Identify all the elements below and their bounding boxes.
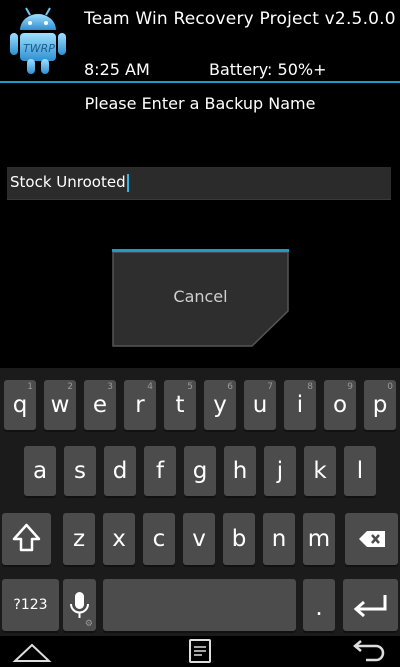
key-label: j — [276, 458, 284, 484]
symbols-key-label: ?123 — [13, 597, 48, 613]
key-a[interactable]: a — [24, 446, 56, 496]
key-number-hint: 3 — [107, 382, 113, 392]
key-number-hint: 4 — [147, 382, 153, 392]
key-number-hint: 9 — [347, 382, 353, 392]
key-number-hint: 6 — [227, 382, 233, 392]
key-label: s — [74, 458, 86, 484]
svg-text:TWRP: TWRP — [23, 42, 55, 55]
key-v[interactable]: v — [183, 513, 215, 565]
key-label: b — [231, 526, 247, 552]
key-number-hint: 2 — [67, 382, 73, 392]
key-y[interactable]: y6 — [204, 380, 236, 430]
key-label: h — [232, 458, 248, 484]
key-w[interactable]: w2 — [44, 380, 76, 430]
key-c[interactable]: c — [143, 513, 175, 565]
key-n[interactable]: n — [263, 513, 295, 565]
enter-arrow-icon — [353, 595, 387, 618]
symbols-key[interactable]: ?123 — [2, 579, 59, 631]
key-label: m — [307, 526, 331, 552]
clock: 8:25 AM — [84, 60, 150, 79]
app-title: Team Win Recovery Project v2.5.0.0 — [84, 9, 396, 29]
key-s[interactable]: s — [64, 446, 96, 496]
key-label: a — [32, 458, 48, 484]
backup-name-value: Stock Unrooted — [10, 173, 126, 191]
key-b[interactable]: b — [223, 513, 255, 565]
header: TWRP Team Win Recovery Project v2.5.0.0 … — [0, 0, 400, 83]
key-j[interactable]: j — [264, 446, 296, 496]
key-number-hint: 5 — [187, 382, 193, 392]
key-label: k — [313, 458, 327, 484]
key-x[interactable]: x — [103, 513, 135, 565]
shift-key[interactable] — [2, 513, 51, 565]
key-number-hint: 1 — [27, 382, 33, 392]
key-label: d — [112, 458, 128, 484]
key-label: v — [192, 526, 206, 552]
key-number-hint: 0 — [387, 382, 393, 392]
backup-name-input[interactable]: Stock Unrooted — [7, 167, 391, 200]
key-r[interactable]: r4 — [124, 380, 156, 430]
cancel-label: Cancel — [173, 287, 228, 306]
key-label: x — [112, 526, 126, 552]
voice-input-key[interactable]: ⚙ — [63, 579, 96, 631]
key-z[interactable]: z — [63, 513, 95, 565]
key-label: l — [356, 458, 364, 484]
key-q[interactable]: q1 — [4, 380, 36, 430]
key-k[interactable]: k — [304, 446, 336, 496]
dialog-prompt: Please Enter a Backup Name — [84, 94, 316, 113]
key-label: f — [155, 458, 165, 484]
console-icon[interactable] — [188, 638, 212, 664]
space-key[interactable] — [103, 579, 296, 631]
key-u[interactable]: u7 — [244, 380, 276, 430]
cancel-button[interactable]: Cancel — [112, 249, 289, 347]
key-i[interactable]: i8 — [284, 380, 316, 430]
key-label: n — [271, 526, 287, 552]
key-l[interactable]: l — [344, 446, 376, 496]
key-number-hint: 7 — [267, 382, 273, 392]
key-label: g — [192, 458, 208, 484]
key-label: c — [152, 526, 166, 552]
battery-status: Battery: 50%+ — [209, 60, 327, 79]
header-divider — [0, 81, 400, 83]
navigation-bar — [0, 636, 400, 667]
back-icon[interactable] — [348, 639, 388, 663]
key-label: z — [72, 526, 86, 552]
key-d[interactable]: d — [104, 446, 136, 496]
shift-arrow-icon — [12, 523, 41, 552]
backspace-icon — [359, 531, 385, 547]
key-g[interactable]: g — [184, 446, 216, 496]
period-key-label: . — [315, 595, 323, 621]
settings-hint-icon: ⚙ — [84, 619, 93, 629]
key-h[interactable]: h — [224, 446, 256, 496]
period-key[interactable]: . — [303, 579, 335, 631]
home-icon[interactable] — [12, 640, 52, 664]
key-number-hint: 8 — [307, 382, 313, 392]
enter-key[interactable] — [343, 579, 398, 631]
text-caret — [126, 173, 129, 192]
key-o[interactable]: o9 — [324, 380, 356, 430]
key-m[interactable]: m — [303, 513, 335, 565]
key-e[interactable]: e3 — [84, 380, 116, 430]
twrp-logo-icon: TWRP — [10, 7, 66, 74]
backspace-key[interactable] — [345, 513, 398, 565]
key-f[interactable]: f — [144, 446, 176, 496]
keyboard: q1w2e3r4t5y6u7i8o9p0 asd f gh j k l zxcvbnm ?… — [0, 368, 400, 667]
key-t[interactable]: t5 — [164, 380, 196, 430]
key-p[interactable]: p0 — [364, 380, 396, 430]
